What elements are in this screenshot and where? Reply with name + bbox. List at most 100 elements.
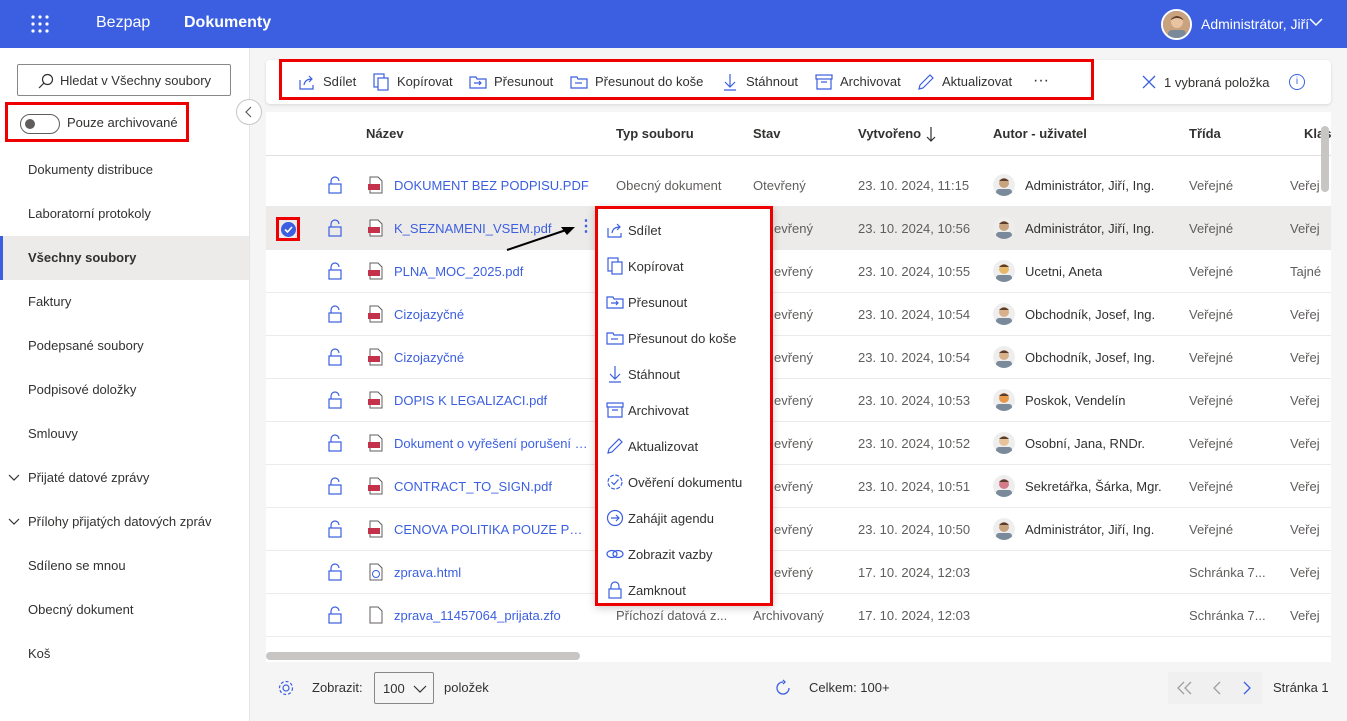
- file-name-link[interactable]: Cizojazyčné: [394, 307, 590, 322]
- unlock-icon[interactable]: [328, 434, 342, 452]
- sidebar-item-label: Koš: [28, 646, 51, 661]
- column-created[interactable]: Vytvořeno: [858, 126, 921, 141]
- collapse-sidebar-button[interactable]: [236, 99, 262, 125]
- unlock-icon[interactable]: [328, 348, 342, 366]
- sidebar-item-obecny-dokument[interactable]: Obecný dokument: [0, 588, 249, 632]
- chevron-down-icon[interactable]: [1308, 14, 1324, 30]
- menu-item-label: Archivovat: [628, 403, 689, 418]
- chevron-down-icon[interactable]: [8, 474, 20, 482]
- column-state[interactable]: Stav: [753, 126, 780, 141]
- sidebar-item-faktury[interactable]: Faktury: [0, 280, 249, 324]
- menu-item-download[interactable]: Stáhnout: [598, 355, 770, 391]
- vertical-scrollbar[interactable]: [1321, 126, 1329, 192]
- file-name-link[interactable]: Cizojazyčné: [394, 350, 590, 365]
- file-state: evřený: [774, 522, 814, 537]
- sidebar-item-smlouvy[interactable]: Smlouvy: [0, 412, 249, 456]
- table-row[interactable]: DOPIS K LEGALIZACI.pdf evřený 23. 10. 2024…: [266, 379, 1331, 422]
- archived-toggle[interactable]: [20, 114, 60, 134]
- unlock-icon[interactable]: [328, 262, 342, 280]
- table-row[interactable]: zprava.html evřený 17. 10. 2024, 12:03 Schr…: [266, 551, 1331, 594]
- menu-item-verify-document[interactable]: Ověření dokumentu: [598, 463, 770, 499]
- file-name-link[interactable]: CENOVA POLITIKA POUZE PRO...: [394, 522, 590, 537]
- file-name-link[interactable]: PLNA_MOC_2025.pdf: [394, 264, 590, 279]
- search-input[interactable]: Hledat v Všechny soubory: [17, 64, 231, 96]
- table-row[interactable]: Cizojazyčné evřený 23. 10. 2024, 10:54 Obch…: [266, 293, 1331, 336]
- close-icon[interactable]: [1142, 75, 1156, 89]
- column-author[interactable]: Autor - uživatel: [993, 126, 1087, 141]
- total-count: Celkem: 100+: [809, 680, 890, 695]
- top-bar: Bezpap Dokumenty Administrátor, Jiří: [0, 0, 1347, 48]
- info-icon[interactable]: i: [1289, 74, 1305, 90]
- sidebar-item-kos[interactable]: Koš: [0, 632, 249, 676]
- sidebar-item-prijate-datove-zpravy[interactable]: Přijaté datové zprávy: [0, 456, 249, 500]
- author-name: Obchodník, Josef, Ing.: [1025, 350, 1156, 365]
- menu-item-move[interactable]: Přesunout: [598, 283, 770, 319]
- menu-item-copy[interactable]: Kopírovat: [598, 247, 770, 283]
- sidebar-item-sdileno-se-mnou[interactable]: Sdíleno se mnou: [0, 544, 249, 588]
- table-row[interactable]: zprava_11457064_prijata.zfo Příchozí dato…: [266, 594, 1331, 637]
- file-state: evřený: [774, 565, 814, 580]
- menu-item-update[interactable]: Aktualizovat: [598, 427, 770, 463]
- file-name-link[interactable]: CONTRACT_TO_SIGN.pdf: [394, 479, 590, 494]
- table-row[interactable]: Dokument o vyřešení porušení p... evřený 2…: [266, 422, 1331, 465]
- app-launcher-icon[interactable]: [30, 14, 50, 34]
- unlock-icon[interactable]: [328, 176, 342, 194]
- sidebar-item-prilohy-prijatych-zprav[interactable]: Přílohy přijatých datových zpráv: [0, 500, 249, 544]
- table-row[interactable]: CONTRACT_TO_SIGN.pdf evřený 23. 10. 2024, …: [266, 465, 1331, 508]
- menu-item-show-relations[interactable]: Zobrazit vazby: [598, 535, 770, 571]
- unlock-icon[interactable]: [328, 219, 342, 237]
- unlock-icon[interactable]: [328, 520, 342, 538]
- class-value: Veřejné: [1189, 307, 1234, 322]
- table-row[interactable]: CENOVA POLITIKA POUZE PRO... evřený 23. 10…: [266, 508, 1331, 551]
- author-name: Obchodník, Josef, Ing.: [1025, 307, 1156, 322]
- settings-icon[interactable]: [278, 680, 294, 696]
- table-row[interactable]: K_SEZNAMENI_VSEM.pdf ⋮ evřený 23. 10. 2024,…: [266, 207, 1331, 250]
- chevron-down-icon[interactable]: [8, 518, 20, 526]
- prev-page-icon[interactable]: [1212, 681, 1222, 695]
- column-name[interactable]: Název: [366, 126, 404, 141]
- unlock-icon[interactable]: [328, 563, 342, 581]
- file-name-link[interactable]: zprava.html: [394, 565, 590, 580]
- row-checkbox[interactable]: [276, 217, 300, 241]
- file-name-link[interactable]: DOPIS K LEGALIZACI.pdf: [394, 393, 590, 408]
- file-name-link[interactable]: zprava_11457064_prijata.zfo: [394, 608, 590, 623]
- table-row[interactable]: Cizojazyčné evřený 23. 10. 2024, 10:54 Obch…: [266, 336, 1331, 379]
- sidebar-item-podpisove-dolozky[interactable]: Podpisové doložky: [0, 368, 249, 412]
- update-label: Aktualizovat: [942, 74, 1013, 89]
- row-more-button[interactable]: ⋮: [578, 219, 594, 235]
- table-row[interactable]: PLNA_MOC_2025.pdf evřený 23. 10. 2024, 10:…: [266, 250, 1331, 293]
- first-page-icon[interactable]: [1176, 681, 1194, 695]
- file-state: evřený: [774, 307, 814, 322]
- unlock-icon[interactable]: [328, 606, 342, 624]
- column-type[interactable]: Typ souboru: [616, 126, 694, 141]
- created-date: 23. 10. 2024, 10:55: [858, 264, 971, 279]
- user-name[interactable]: Administrátor, Jiří: [1201, 16, 1309, 32]
- user-avatar[interactable]: [1161, 9, 1192, 40]
- menu-item-lock[interactable]: Zamknout: [598, 571, 770, 607]
- sidebar-item-laboratorni-protokoly[interactable]: Laboratorní protokoly: [0, 192, 249, 236]
- menu-item-archive[interactable]: Archivovat: [598, 391, 770, 427]
- next-page-icon[interactable]: [1242, 681, 1252, 695]
- menu-item-share[interactable]: Sdílet: [598, 211, 770, 247]
- unlock-icon[interactable]: [328, 305, 342, 323]
- sidebar-item-dokumenty-distribuce[interactable]: Dokumenty distribuce: [0, 148, 249, 192]
- file-name-link[interactable]: Dokument o vyřešení porušení p...: [394, 436, 590, 451]
- horizontal-scrollbar[interactable]: [266, 652, 580, 660]
- column-class[interactable]: Třída: [1189, 126, 1221, 141]
- app-title: Dokumenty: [184, 14, 272, 31]
- page-size-select[interactable]: 100: [374, 672, 434, 704]
- file-name-link[interactable]: DOKUMENT BEZ PODPISU.PDF: [394, 178, 590, 193]
- refresh-icon[interactable]: [774, 679, 792, 697]
- brand-link[interactable]: Bezpap: [96, 14, 150, 32]
- unlock-icon[interactable]: [328, 477, 342, 495]
- copy-label: Kopírovat: [397, 74, 453, 89]
- table-row[interactable]: DOKUMENT BEZ PODPISU.PDF Obecný dokument O…: [266, 164, 1331, 207]
- sidebar-item-vsechny-soubory[interactable]: Všechny soubory: [0, 236, 249, 280]
- class-value: Veřejné: [1189, 178, 1234, 193]
- sort-down-icon[interactable]: [926, 126, 936, 142]
- class-value: Schránka 7...: [1189, 608, 1266, 623]
- menu-item-move-to-trash[interactable]: Přesunout do koše: [598, 319, 770, 355]
- menu-item-start-agenda[interactable]: Zahájit agendu: [598, 499, 770, 535]
- unlock-icon[interactable]: [328, 391, 342, 409]
- sidebar-item-podepsane-soubory[interactable]: Podepsané soubory: [0, 324, 249, 368]
